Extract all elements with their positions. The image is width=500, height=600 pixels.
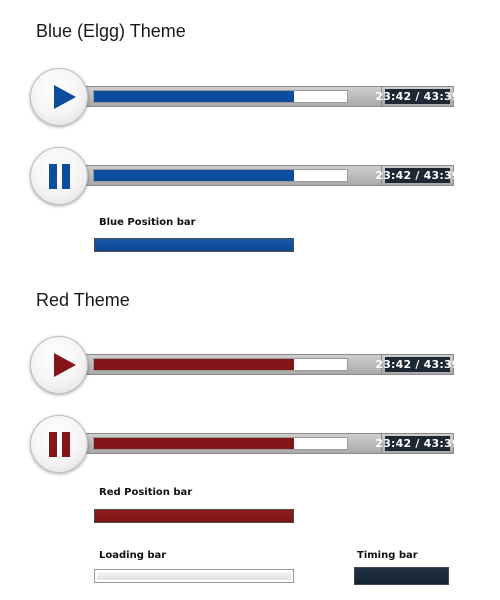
red-position-bar xyxy=(94,509,294,523)
pause-button[interactable] xyxy=(30,147,88,205)
time-display: 23:42 / 43:39 xyxy=(375,86,459,107)
seek-track[interactable] xyxy=(85,354,382,375)
progress-fill xyxy=(94,438,294,449)
blue-theme-title: Blue (Elgg) Theme xyxy=(36,21,186,41)
play-icon xyxy=(54,85,76,109)
red-position-bar-label: Red Position bar xyxy=(99,487,193,498)
time-display: 23:42 / 43:39 xyxy=(375,433,459,454)
blue-player-pause: 23:42 / 43:39 xyxy=(30,147,459,207)
seek-track[interactable] xyxy=(85,165,382,186)
pause-icon xyxy=(49,432,70,457)
timing-bar-label: Timing bar xyxy=(357,550,418,561)
loading-bar-label: Loading bar xyxy=(99,550,167,561)
red-theme-title: Red Theme xyxy=(36,290,130,310)
pause-button[interactable] xyxy=(30,415,88,473)
blue-player-play: 23:42 / 43:39 xyxy=(30,68,459,128)
red-player-pause: 23:42 / 43:39 xyxy=(30,415,459,475)
time-display: 23:42 / 43:39 xyxy=(375,354,459,375)
progress-fill xyxy=(94,91,294,102)
timing-bar xyxy=(354,567,449,585)
seek-track[interactable] xyxy=(85,86,382,107)
play-button[interactable] xyxy=(30,68,88,126)
seek-track[interactable] xyxy=(85,433,382,454)
blue-position-bar xyxy=(94,238,294,252)
time-display: 23:42 / 43:39 xyxy=(375,165,459,186)
play-button[interactable] xyxy=(30,336,88,394)
pause-icon xyxy=(49,164,70,189)
blue-position-bar-label: Blue Position bar xyxy=(99,217,196,228)
red-player-play: 23:42 / 43:39 xyxy=(30,336,459,396)
loading-bar xyxy=(94,569,294,583)
play-icon xyxy=(54,353,76,377)
progress-fill xyxy=(94,359,294,370)
progress-fill xyxy=(94,170,294,181)
